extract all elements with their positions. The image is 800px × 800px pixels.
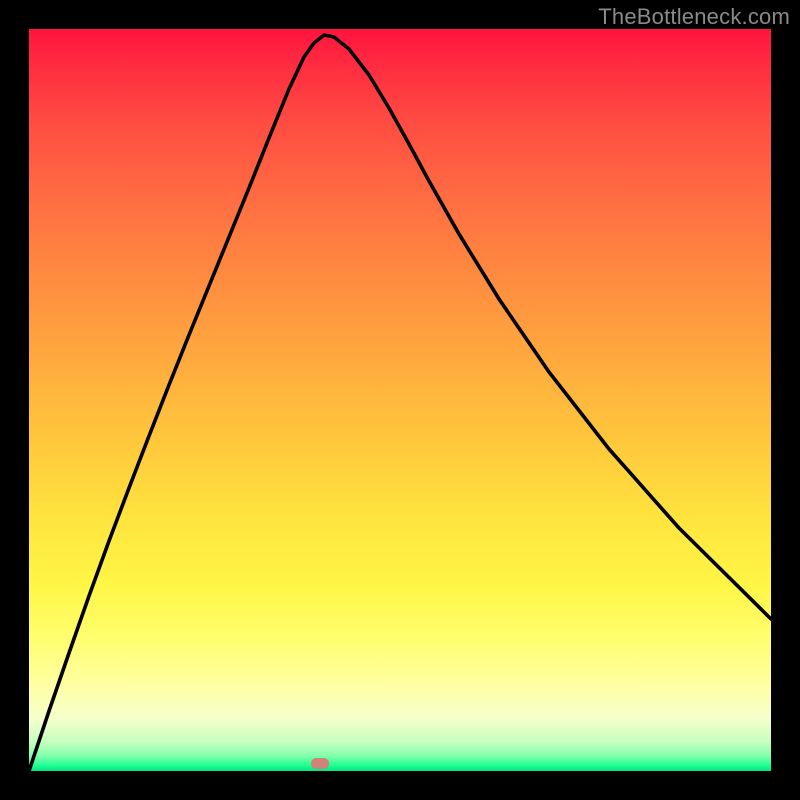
bottleneck-curve [29, 35, 771, 771]
curve-svg [29, 29, 771, 771]
chart-frame: TheBottleneck.com [0, 0, 800, 800]
watermark-text: TheBottleneck.com [598, 4, 790, 30]
plot-area [29, 29, 771, 771]
optimal-marker [311, 758, 329, 769]
